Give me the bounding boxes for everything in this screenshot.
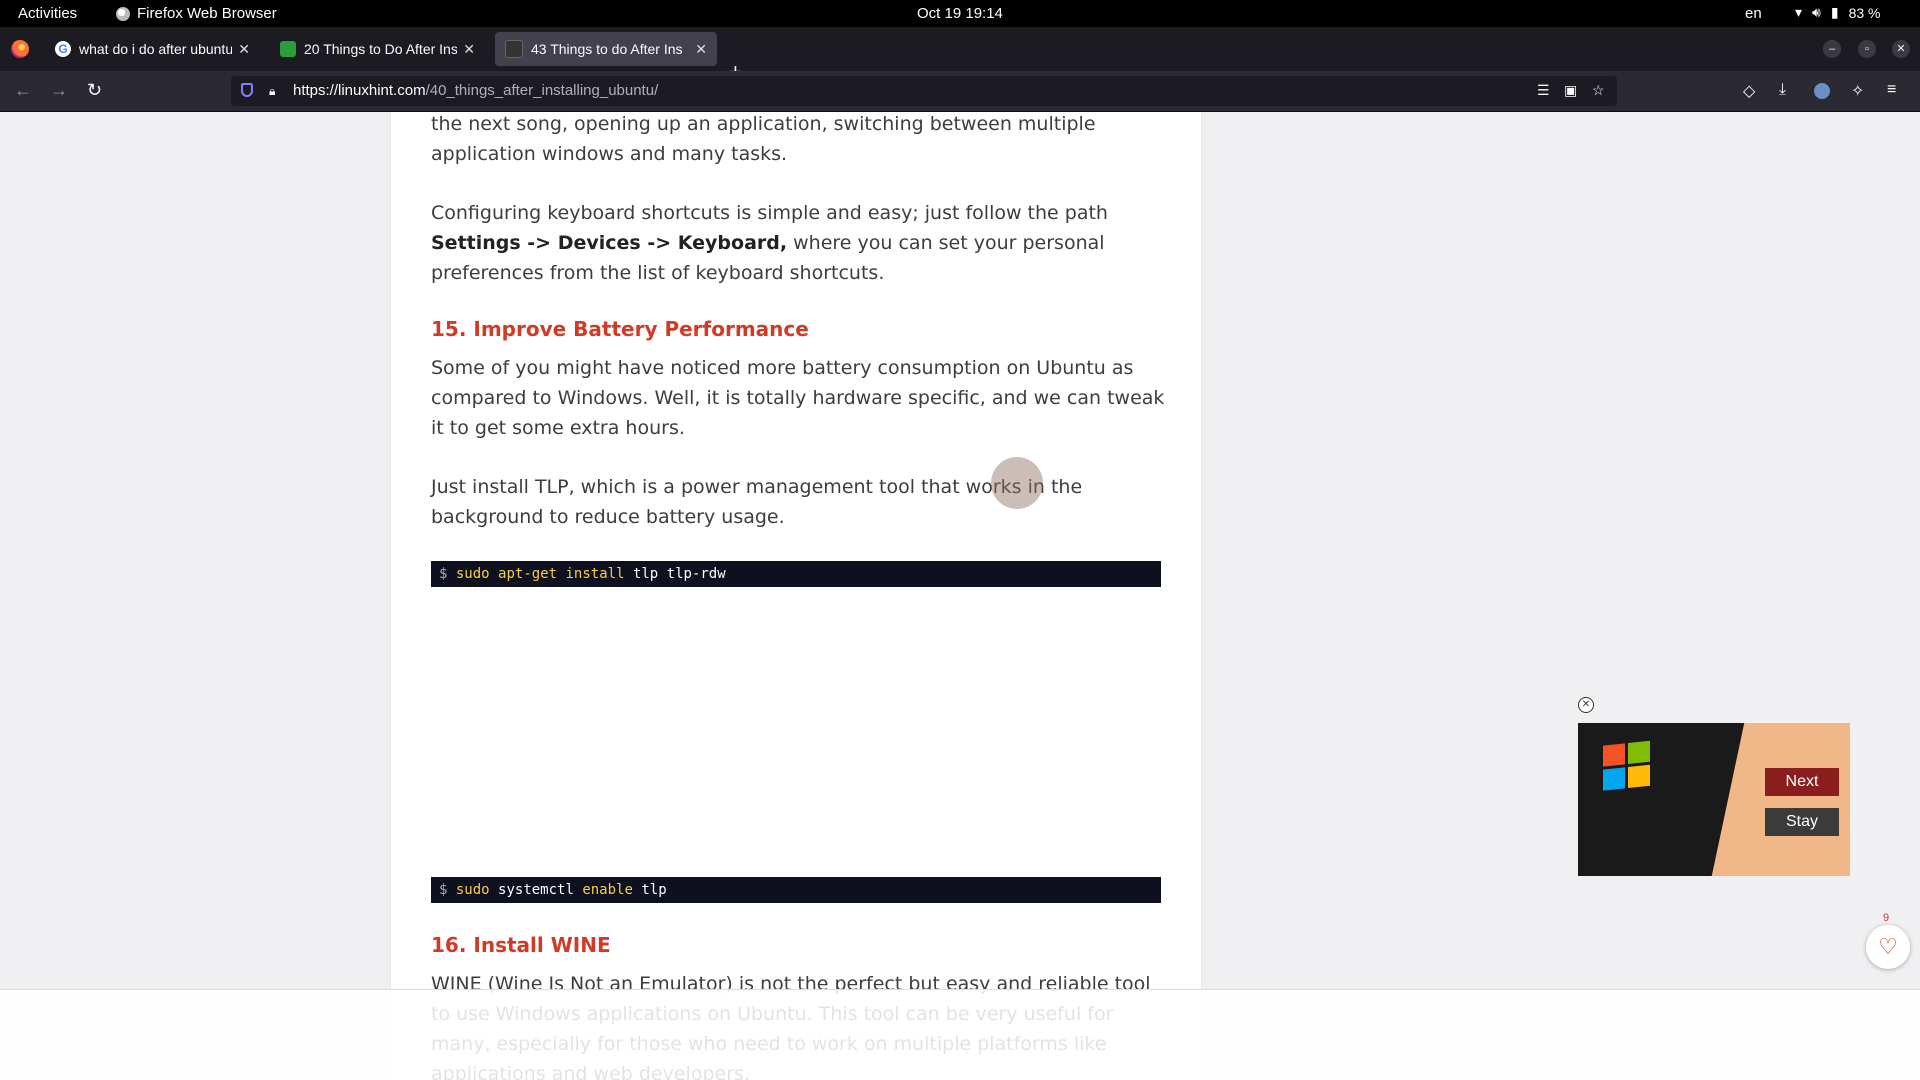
windows-logo-icon: [1603, 740, 1653, 793]
favorite-heart-button[interactable]: ♡: [1866, 925, 1910, 969]
system-tray[interactable]: ▾ 🔊︎ ▮ 83 %: [1795, 4, 1881, 21]
code-token: apt-get: [498, 566, 558, 582]
tab-title: 20 Things to Do After Ins: [304, 41, 458, 57]
site-favicon-icon: [280, 41, 296, 57]
url-text[interactable]: https://linuxhint.com/40_things_after_in…: [293, 82, 658, 99]
lock-icon[interactable]: 🔒︎: [269, 84, 275, 99]
tab-title: 43 Things to do After Ins: [531, 41, 683, 57]
ad-close-icon[interactable]: ✕: [1578, 697, 1594, 713]
tab-43-things-active[interactable]: 43 Things to do After Ins ✕: [495, 32, 717, 66]
code-token: install: [565, 566, 625, 582]
battery-icon: ▮: [1830, 4, 1839, 20]
ad-background-stripe: [1711, 723, 1850, 876]
extensions-puzzle-icon[interactable]: ✧: [1851, 81, 1864, 101]
firefox-view-icon[interactable]: [11, 40, 29, 58]
heading-16-wine: 16. Install WINE: [431, 933, 611, 957]
ad-stay-button[interactable]: Stay: [1765, 808, 1839, 836]
activities-button[interactable]: Activities: [18, 5, 77, 22]
system-top-bar: Activities Firefox Web Browser Oct 19 19…: [0, 0, 1920, 27]
app-menu[interactable]: Firefox Web Browser: [116, 5, 277, 22]
close-tab-icon[interactable]: ✕: [695, 41, 707, 58]
downloads-icon[interactable]: ⤓: [1779, 81, 1786, 99]
article-body: the next song, opening up an application…: [390, 112, 1202, 1080]
linuxhint-favicon-icon: [505, 40, 523, 58]
battery-percent: 83 %: [1848, 4, 1881, 21]
back-arrow-icon[interactable]: ←: [14, 80, 32, 101]
url-path: /40_things_after_installing_ubuntu/: [425, 82, 659, 99]
mouse-cursor-highlight: [991, 457, 1043, 509]
code-block-install-tlp[interactable]: $ sudo apt-get install tlp tlp-rdw: [431, 561, 1161, 587]
code-token: enable: [582, 882, 633, 898]
hamburger-menu-icon[interactable]: ≡: [1887, 81, 1896, 99]
clock[interactable]: Oct 19 19:14: [917, 5, 1003, 22]
close-tab-icon[interactable]: ✕: [463, 41, 475, 58]
heading-15-battery: 15. Improve Battery Performance: [431, 317, 809, 341]
video-ad-player[interactable]: Next Stay: [1578, 723, 1850, 876]
tab-title: what do i do after ubuntu: [79, 41, 233, 57]
pocket-icon[interactable]: ◇: [1743, 81, 1755, 101]
code-token: systemctl: [498, 882, 574, 898]
tab-strip: G what do i do after ubuntu ✕ 20 Things …: [0, 27, 1920, 84]
bookmark-star-icon[interactable]: ☆: [1592, 82, 1605, 99]
reload-icon[interactable]: ↻: [87, 80, 102, 101]
prompt: $: [439, 566, 448, 582]
paragraph-tlp: Just install TLP, which is a power manag…: [431, 476, 1083, 528]
settings-path-bold: Settings -> Devices -> Keyboard,: [431, 232, 788, 254]
code-token: sudo: [455, 882, 490, 898]
url-bar[interactable]: 🔒︎ https://linuxhint.com/40_things_after…: [231, 76, 1617, 106]
tab-20-things[interactable]: 20 Things to Do After Ins ✕: [270, 32, 485, 66]
prompt: $: [439, 882, 448, 898]
account-avatar-icon[interactable]: [1814, 83, 1830, 99]
paragraph-battery: Some of you might have noticed more batt…: [431, 357, 1165, 439]
wifi-icon: ▾: [1795, 4, 1803, 20]
ad-next-button[interactable]: Next: [1765, 768, 1839, 796]
close-window-button[interactable]: ✕: [1892, 40, 1910, 58]
volume-icon: 🔊︎: [1812, 4, 1821, 20]
navigation-toolbar: ← → ↻ 🔒︎ https://linuxhint.com/40_things…: [0, 71, 1920, 112]
input-language[interactable]: en: [1745, 5, 1762, 22]
paragraph-configure-shortcuts: Configuring keyboard shortcuts is simple…: [431, 198, 1171, 288]
page-viewport: the next song, opening up an application…: [0, 112, 1920, 1080]
bottom-overlay-band: [0, 989, 1920, 1080]
restore-window-button[interactable]: ▫: [1858, 40, 1876, 58]
close-tab-icon[interactable]: ✕: [238, 41, 250, 58]
tracking-protection-shield-icon[interactable]: [241, 83, 253, 97]
google-favicon-icon: G: [55, 41, 71, 57]
picture-in-picture-icon[interactable]: ▣: [1564, 82, 1577, 99]
code-block-enable-tlp[interactable]: $ sudo systemctl enable tlp: [431, 877, 1161, 903]
firefox-icon: [116, 6, 130, 21]
code-token: tlp: [641, 882, 667, 898]
favorite-count: 9: [1883, 912, 1890, 924]
tab-google-search[interactable]: G what do i do after ubuntu ✕: [45, 32, 260, 66]
minimize-window-button[interactable]: –: [1823, 40, 1841, 58]
code-token: sudo: [455, 566, 490, 582]
url-host: https://linuxhint.com: [293, 82, 426, 99]
paragraph-shortcuts-intro: the next song, opening up an application…: [431, 113, 1096, 165]
text: Configuring keyboard shortcuts is simple…: [431, 202, 1108, 224]
app-name: Firefox Web Browser: [137, 5, 277, 22]
forward-arrow-icon[interactable]: →: [50, 80, 68, 101]
reader-view-icon[interactable]: ☰: [1537, 82, 1550, 99]
code-token: tlp tlp-rdw: [632, 566, 726, 582]
